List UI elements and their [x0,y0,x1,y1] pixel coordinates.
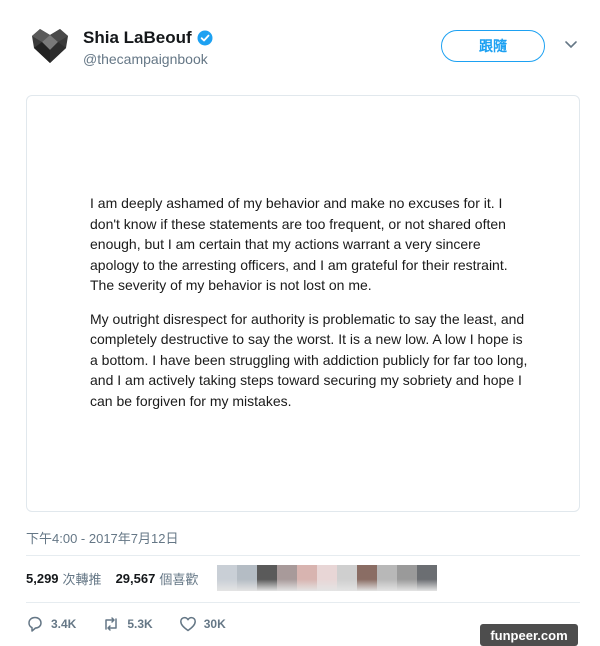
liker-avatar[interactable] [317,565,337,591]
like-label[interactable]: 個喜歡 [159,569,198,588]
liker-avatars[interactable] [217,565,437,591]
tweet-header: Shia LaBeouf @thecampaignbook 跟隨 [26,24,586,74]
verified-badge-icon [197,30,213,46]
tweet-actions: 3.4K 5.3K 30K [26,615,252,633]
reply-button[interactable]: 3.4K [26,615,76,633]
liker-avatar[interactable] [297,565,317,591]
divider [26,555,580,556]
statement-paragraph: My outright disrespect for authority is … [90,310,528,409]
heart-icon [179,616,196,632]
reply-icon [28,616,42,632]
liker-avatar[interactable] [357,565,377,591]
retweet-label[interactable]: 次轉推 [63,569,102,588]
like-button[interactable]: 30K [179,615,226,633]
watermark: funpeer.com [480,624,578,646]
liker-avatar[interactable] [377,565,397,591]
retweet-button[interactable]: 5.3K [102,615,153,633]
divider [26,602,580,603]
liker-avatar[interactable] [337,565,357,591]
display-name[interactable]: Shia LaBeouf [83,28,192,48]
like-action-count: 30K [203,617,226,631]
liker-avatar[interactable] [217,565,237,591]
retweet-count[interactable]: 5,299 [26,571,59,586]
tweet-timestamp[interactable]: 下午4:00 - 2017年7月12日 [26,528,178,547]
liker-avatar[interactable] [417,565,437,591]
liker-avatar[interactable] [397,565,417,591]
like-count[interactable]: 29,567 [116,571,156,586]
avatar[interactable] [28,26,72,66]
follow-button[interactable]: 跟隨 [441,30,545,62]
retweet-action-count: 5.3K [127,617,153,631]
liker-avatar[interactable] [277,565,297,591]
statement-image[interactable]: I am deeply ashamed of my behavior and m… [26,95,580,512]
reply-count: 3.4K [51,617,77,631]
statement-text: I am deeply ashamed of my behavior and m… [90,193,530,424]
liker-avatar[interactable] [237,565,257,591]
retweet-icon [105,617,118,631]
liker-avatar[interactable] [257,565,277,591]
chevron-down-icon[interactable] [564,40,578,50]
user-handle[interactable]: @thecampaignbook [83,51,208,67]
statement-paragraph: I am deeply ashamed of my behavior and m… [90,195,508,293]
tweet-stats: 5,299 次轉推 29,567 個喜歡 [26,569,212,588]
